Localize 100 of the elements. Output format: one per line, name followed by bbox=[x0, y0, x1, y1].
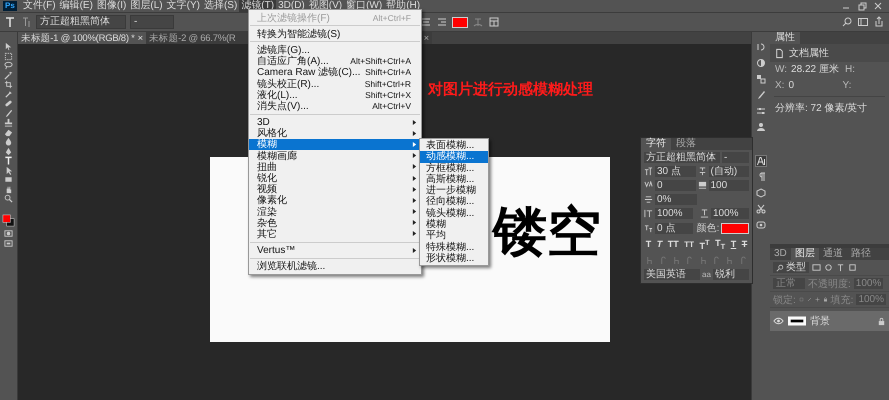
menu-item[interactable]: 模糊画廊 bbox=[249, 150, 421, 162]
menu-item[interactable]: Camera Raw 滤镜(C)... Shift+Ctrl+A bbox=[249, 66, 421, 78]
shape-filter-icon[interactable] bbox=[848, 263, 857, 272]
panel-tab[interactable]: 属性 bbox=[770, 32, 800, 44]
language-dropdown[interactable]: 美国英语 bbox=[644, 268, 700, 280]
panel-tab[interactable]: 3D bbox=[770, 248, 791, 260]
text-style-button[interactable]: T bbox=[646, 239, 652, 250]
menu-item[interactable]: 高斯模糊... bbox=[420, 174, 488, 186]
eyedropper-icon[interactable] bbox=[4, 90, 13, 98]
menu-item[interactable]: 杂色 bbox=[249, 217, 421, 228]
document-tab[interactable]: 未标题-1 @ 100%(RGB/8) * × bbox=[18, 32, 146, 44]
menu-bar-item[interactable]: 编辑(E) bbox=[58, 0, 95, 12]
horizontal-scale-field[interactable]: 100% bbox=[711, 208, 749, 218]
brush-icon[interactable] bbox=[756, 90, 766, 100]
text-style-button[interactable]: T bbox=[656, 239, 662, 250]
align-right-icon[interactable] bbox=[436, 16, 448, 28]
adjustment-filter-icon[interactable] bbox=[824, 263, 833, 272]
font-family-dropdown[interactable]: 方正超粗黑简体 bbox=[36, 15, 126, 29]
lock-icon[interactable] bbox=[822, 295, 828, 304]
menu-item[interactable]: 渲染 bbox=[249, 206, 421, 218]
circle-icon[interactable] bbox=[756, 58, 766, 68]
menu-item[interactable]: 风格化 bbox=[249, 128, 421, 139]
panels-icon[interactable] bbox=[488, 16, 500, 28]
menu-item[interactable]: 液化(L)... Shift+Ctrl+X bbox=[249, 89, 421, 100]
menu-item[interactable]: 平均 bbox=[420, 230, 488, 242]
screen-mode-icon[interactable] bbox=[4, 238, 13, 248]
people-icon[interactable] bbox=[756, 122, 766, 132]
brush-icon[interactable] bbox=[4, 108, 13, 118]
swatch-icon[interactable] bbox=[756, 74, 766, 84]
color-swatches-icon[interactable] bbox=[2, 214, 15, 226]
type-filter-icon[interactable] bbox=[836, 263, 845, 272]
font-size-field[interactable]: 30 点 bbox=[655, 166, 696, 176]
arrow-icon[interactable] bbox=[4, 166, 13, 174]
tracking-field[interactable]: 100 bbox=[708, 180, 749, 190]
type-tool-icon[interactable] bbox=[4, 16, 16, 28]
text-style-button[interactable]: T$_{T}$ bbox=[715, 238, 726, 252]
panel-tab[interactable]: 路径 bbox=[846, 248, 875, 260]
menu-bar-item[interactable]: 3D(D) bbox=[276, 0, 307, 12]
menu-item[interactable]: 转换为智能滤镜(S) bbox=[249, 28, 421, 40]
menu-item[interactable]: 扭曲 bbox=[249, 161, 421, 172]
menu-item[interactable]: 形状模糊... bbox=[420, 252, 488, 264]
drop-icon[interactable] bbox=[4, 137, 13, 146]
menu-item[interactable]: 径向模糊... bbox=[420, 196, 488, 208]
menu-item[interactable]: 模糊 bbox=[420, 219, 488, 230]
eye-icon[interactable] bbox=[773, 317, 784, 325]
marquee-icon[interactable] bbox=[4, 52, 13, 60]
rect-icon[interactable] bbox=[4, 175, 13, 184]
menu-item[interactable]: 消失点(V)... Alt+Ctrl+V bbox=[249, 100, 421, 112]
menu-bar-item[interactable]: 图像(I) bbox=[94, 0, 128, 12]
menu-item[interactable]: 镜头校正(R)... Shift+Ctrl+R bbox=[249, 78, 421, 90]
panel-tab[interactable]: 字符 bbox=[641, 138, 671, 150]
menu-item[interactable]: 特殊模糊... bbox=[420, 242, 488, 253]
align-center-icon[interactable] bbox=[420, 16, 432, 28]
menu-item[interactable]: 动感模糊... bbox=[420, 151, 488, 163]
text-color-swatch[interactable] bbox=[452, 16, 468, 28]
layer-filter-dropdown[interactable]: 类型 bbox=[773, 262, 809, 273]
eraser-icon[interactable] bbox=[4, 128, 13, 136]
menu-bar-item[interactable]: 图层(L) bbox=[128, 0, 165, 12]
workspace-icon[interactable] bbox=[857, 16, 869, 28]
lasso-icon[interactable] bbox=[4, 61, 13, 70]
text-color-swatch[interactable] bbox=[721, 222, 749, 234]
baseline-shift-field[interactable]: 0 点 bbox=[655, 222, 693, 234]
sliders-icon[interactable] bbox=[756, 106, 766, 116]
menu-item[interactable]: 表面模糊... bbox=[420, 140, 488, 152]
close-icon[interactable] bbox=[873, 1, 883, 11]
menu-item[interactable]: 滤镜库(G)... bbox=[249, 44, 421, 56]
zoom-icon[interactable] bbox=[4, 194, 13, 203]
menu-item[interactable]: 模糊 bbox=[249, 138, 421, 150]
glyph-a-icon[interactable] bbox=[756, 156, 766, 166]
menu-item[interactable]: 视频 bbox=[249, 184, 421, 195]
text-style-button[interactable]: TT bbox=[668, 239, 679, 250]
cube-icon[interactable] bbox=[756, 188, 766, 198]
menu-item[interactable]: 像素化 bbox=[249, 194, 421, 206]
image-filter-icon[interactable] bbox=[812, 263, 821, 272]
panel-tab[interactable]: 图层 bbox=[790, 248, 819, 260]
crop-icon[interactable] bbox=[4, 80, 13, 89]
move-icon[interactable] bbox=[4, 42, 13, 51]
font-style-dropdown[interactable]: - bbox=[722, 152, 749, 162]
text-style-button[interactable]: T bbox=[742, 239, 748, 250]
kerning-field[interactable]: 0 bbox=[655, 180, 696, 190]
panel-tab[interactable]: 段落 bbox=[671, 138, 701, 150]
font-style-dropdown[interactable]: - bbox=[130, 15, 174, 29]
text-style-button[interactable]: TT bbox=[684, 239, 694, 250]
restore-icon[interactable] bbox=[857, 1, 867, 11]
menu-item[interactable]: 锐化 bbox=[249, 172, 421, 184]
search-icon[interactable] bbox=[841, 16, 853, 28]
leading-field[interactable]: (自动) bbox=[708, 166, 749, 176]
stamp-icon[interactable] bbox=[4, 118, 13, 127]
wand-icon[interactable] bbox=[4, 70, 13, 80]
quick-mask-icon[interactable] bbox=[4, 229, 13, 238]
type-icon[interactable] bbox=[4, 156, 13, 165]
x-value[interactable]: 0 bbox=[788, 80, 838, 92]
vertical-scale-field[interactable]: 100% bbox=[655, 208, 693, 218]
scissors-icon[interactable] bbox=[756, 204, 766, 214]
menu-bar-item[interactable]: 选择(S) bbox=[202, 0, 240, 12]
menu-item[interactable]: Vertus™ bbox=[249, 244, 421, 256]
share-icon[interactable] bbox=[873, 16, 885, 28]
font-family-dropdown[interactable]: 方正超粗黑简体 bbox=[644, 152, 720, 162]
menu-item[interactable]: 进一步模糊 bbox=[420, 185, 488, 196]
text-style-button[interactable]: T bbox=[730, 239, 736, 250]
